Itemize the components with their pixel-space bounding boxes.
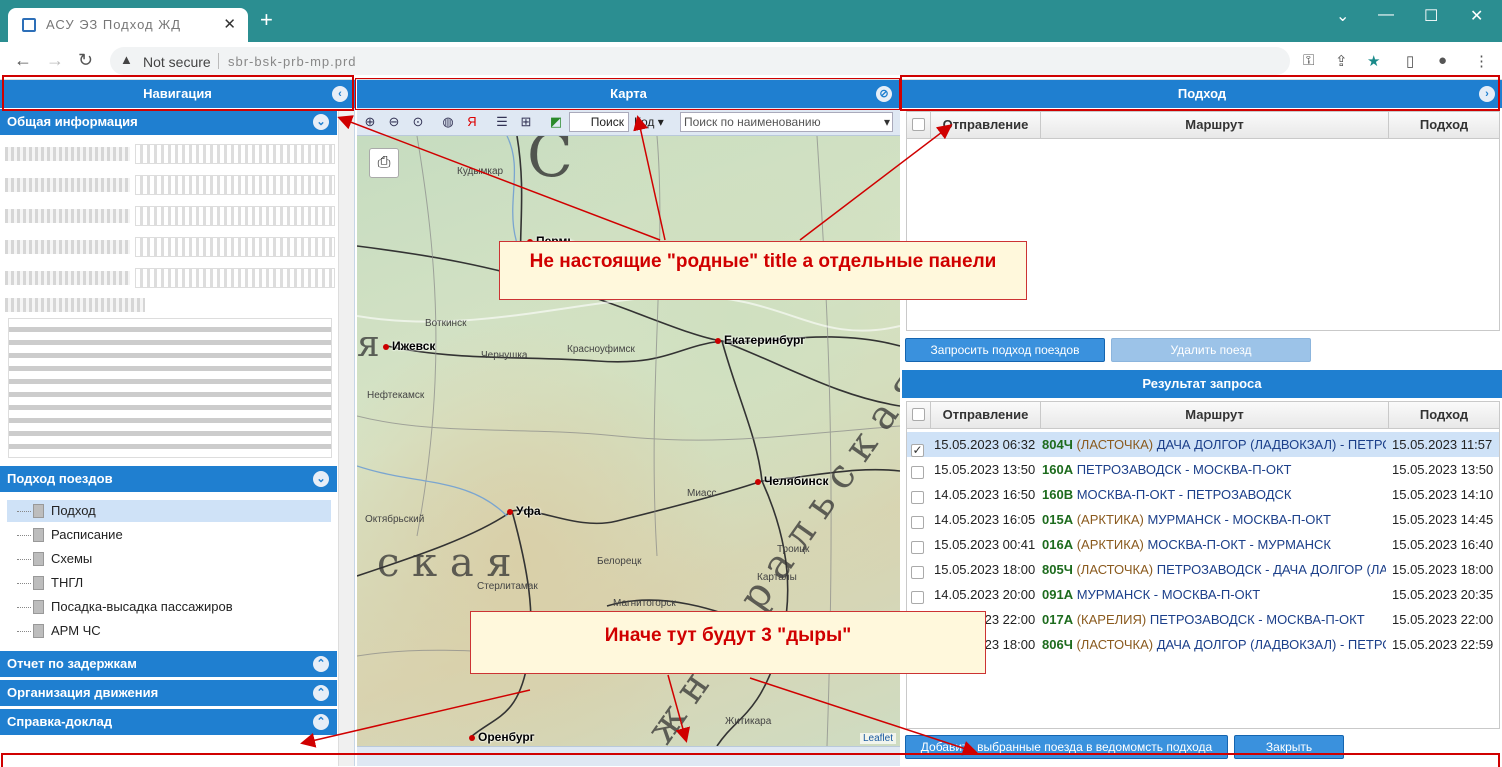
annotation-arrow [300,689,531,748]
annotation-arrow [667,674,691,743]
annotation-callout: Не настоящие "родные" title а отдельные … [499,241,1027,300]
annotation-callout: Иначе тут будут 3 "дыры" [470,611,986,674]
annotation-arrow [337,115,661,241]
annotation-arrow [799,124,953,241]
annotation-arrow [749,677,978,756]
annotation-arrow [633,115,666,241]
